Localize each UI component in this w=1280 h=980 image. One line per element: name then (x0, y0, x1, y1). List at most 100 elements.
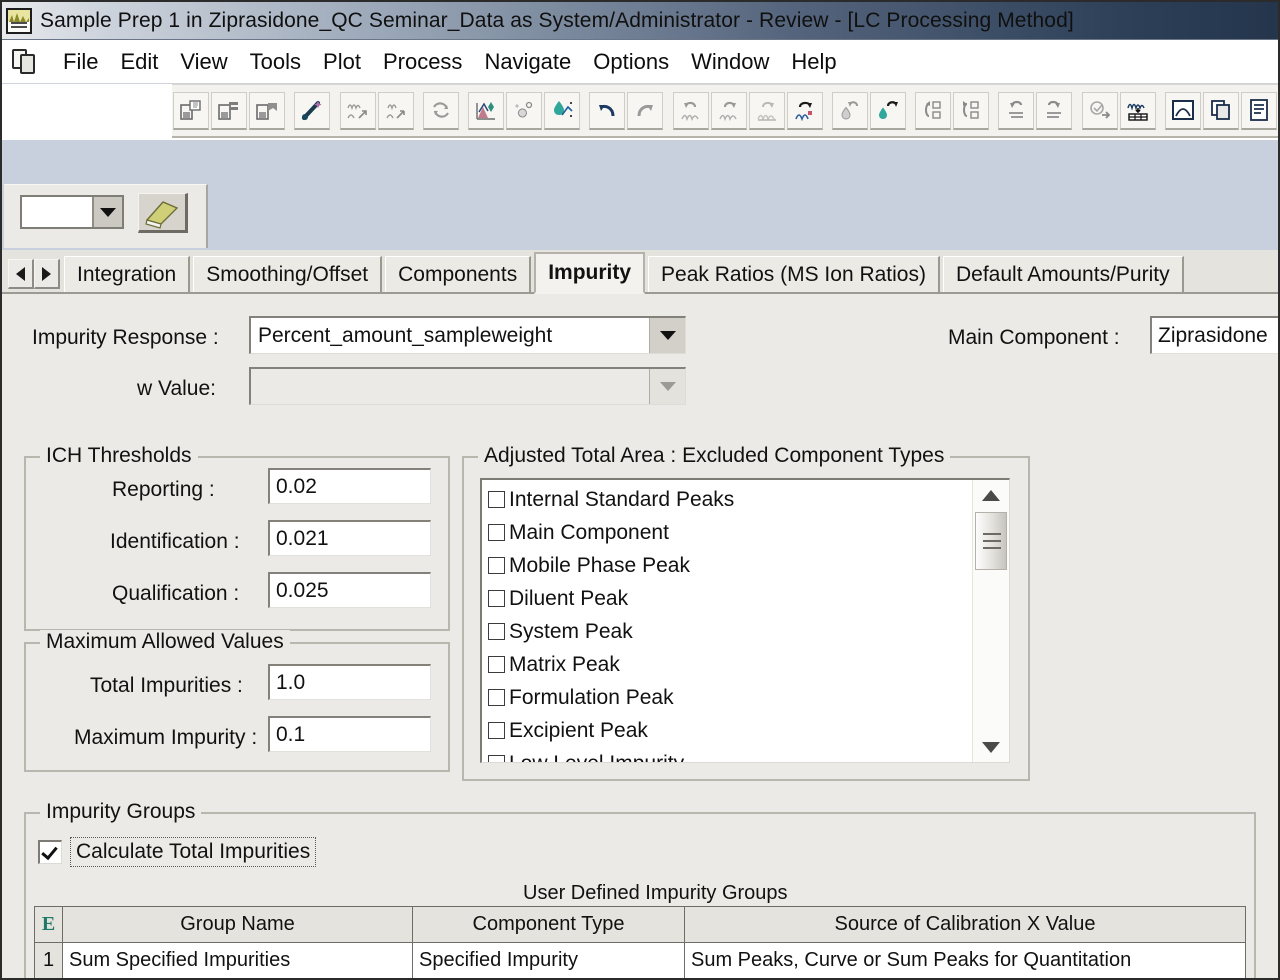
row-number[interactable]: 1 (34, 942, 63, 978)
menu-help[interactable]: Help (780, 49, 847, 75)
redo-integration-icon[interactable] (710, 91, 747, 130)
save-all-icon[interactable] (249, 91, 285, 130)
identification-field[interactable]: 0.021 (268, 520, 431, 556)
cell-component-type[interactable]: Specified Impurity (412, 942, 685, 978)
wand-icon[interactable] (294, 91, 331, 130)
tab-smoothing-offset[interactable]: Smoothing/Offset (193, 256, 383, 292)
redo-icon[interactable] (627, 91, 664, 130)
tab-scroll-left-button[interactable] (8, 259, 34, 289)
quantitate-drop-icon[interactable] (544, 91, 581, 130)
undo-component-icon[interactable] (915, 91, 952, 130)
save-method-icon[interactable] (173, 91, 209, 130)
qualification-field[interactable]: 0.025 (268, 572, 431, 608)
w-value-combo[interactable] (249, 367, 686, 405)
list-item[interactable]: Internal Standard Peaks (482, 483, 971, 516)
column-group-name[interactable]: Group Name (62, 906, 413, 943)
scroll-up-arrow-icon[interactable] (973, 480, 1010, 510)
impurity-response-combo[interactable]: Percent_amount_sampleweight (249, 316, 686, 354)
calculate-total-impurities-row[interactable]: Calculate Total Impurities (38, 837, 317, 867)
tab-impurity[interactable]: Impurity (534, 252, 646, 294)
cell-group-name[interactable]: Sum Specified Impurities (62, 942, 413, 978)
refresh-icon[interactable] (422, 91, 459, 130)
report-icon[interactable] (1240, 91, 1277, 130)
undo-icon[interactable] (589, 91, 626, 130)
checkbox-icon[interactable] (488, 590, 505, 607)
main-component-field[interactable]: Ziprasidone (1150, 316, 1278, 354)
undo-integration-icon[interactable] (672, 91, 709, 130)
apply-integration-icon[interactable] (786, 91, 823, 130)
redo-calibration-icon[interactable] (869, 91, 906, 130)
checkbox-icon[interactable] (488, 656, 505, 673)
excluded-component-types-list[interactable]: Internal Standard Peaks Main Component M… (480, 478, 1010, 763)
menu-window[interactable]: Window (680, 49, 780, 75)
calibrate-icon[interactable] (468, 91, 505, 130)
redo-component-icon[interactable] (953, 91, 990, 130)
secondary-combo[interactable] (20, 195, 124, 229)
checkbox-icon[interactable] (488, 491, 505, 508)
secondary-toolbar-strip (2, 140, 1278, 250)
ich-thresholds-title: ICH Thresholds (40, 444, 198, 468)
clear-integration-icon[interactable] (748, 91, 785, 130)
scrollbar-track[interactable] (973, 510, 1010, 732)
integrate-icon[interactable] (339, 91, 376, 130)
undo-calibration-icon[interactable] (831, 91, 868, 130)
secondary-combo-value (22, 197, 92, 227)
calculate-total-impurities-checkbox[interactable] (38, 840, 62, 864)
menu-tools[interactable]: Tools (239, 49, 312, 75)
total-impurities-label: Total Impurities : (90, 674, 243, 697)
peak-view-icon[interactable] (1164, 91, 1201, 130)
list-item[interactable]: Main Component (482, 516, 971, 549)
total-impurities-field[interactable]: 1.0 (268, 664, 431, 700)
scrollbar-thumb[interactable] (974, 512, 1007, 570)
list-item[interactable]: Mobile Phase Peak (482, 549, 971, 582)
secondary-combo-arrow[interactable] (92, 197, 122, 227)
checkbox-icon[interactable] (488, 557, 505, 574)
list-item[interactable]: Low Level Impurity (482, 747, 971, 762)
list-item[interactable]: Formulation Peak (482, 681, 971, 714)
chevron-left-icon (16, 266, 25, 281)
list-item[interactable]: Excipient Peak (482, 714, 971, 747)
reporting-field[interactable]: 0.02 (268, 468, 431, 504)
menu-process[interactable]: Process (372, 49, 473, 75)
tab-default-amounts-purity[interactable]: Default Amounts/Purity (942, 256, 1184, 292)
w-value-arrow[interactable] (649, 369, 685, 404)
review-table-icon[interactable] (1119, 91, 1156, 130)
checkbox-icon[interactable] (488, 689, 505, 706)
checkbox-icon[interactable] (488, 524, 505, 541)
column-component-type[interactable]: Component Type (412, 906, 685, 943)
tab-peak-ratios[interactable]: Peak Ratios (MS Ion Ratios) (648, 256, 940, 292)
menu-file[interactable]: File (52, 49, 109, 75)
menu-plot[interactable]: Plot (312, 49, 372, 75)
save-as-icon[interactable] (211, 91, 247, 130)
scroll-down-arrow-icon[interactable] (973, 732, 1010, 762)
excluded-list-scrollbar[interactable] (972, 480, 1009, 762)
impurity-response-arrow[interactable] (649, 318, 685, 353)
table-row[interactable]: 1 Sum Specified Impurities Specified Imp… (34, 942, 1246, 978)
tab-scroll-right-button[interactable] (34, 259, 60, 289)
eraser-icon[interactable] (138, 193, 188, 233)
checkbox-icon[interactable] (488, 722, 505, 739)
user-defined-impurity-groups-table: E Group Name Component Type Source of Ca… (34, 906, 1246, 978)
redo-results-icon[interactable] (1036, 91, 1073, 130)
list-item[interactable]: Matrix Peak (482, 648, 971, 681)
list-item[interactable]: System Peak (482, 615, 971, 648)
menu-navigate[interactable]: Navigate (473, 49, 582, 75)
integrate-single-icon[interactable] (377, 91, 414, 130)
tab-scroll-buttons (8, 259, 60, 289)
checkbox-icon[interactable] (488, 755, 505, 762)
process-batch-icon[interactable] (1081, 91, 1118, 130)
table-corner-cell[interactable]: E (34, 906, 63, 943)
cell-source[interactable]: Sum Peaks, Curve or Sum Peaks for Quanti… (684, 942, 1246, 978)
tab-components[interactable]: Components (385, 256, 532, 292)
checkbox-icon[interactable] (488, 623, 505, 640)
maximum-impurity-field[interactable]: 0.1 (268, 716, 431, 752)
menu-edit[interactable]: Edit (109, 49, 169, 75)
list-item[interactable]: Diluent Peak (482, 582, 971, 615)
column-source-of-calibration-x-value[interactable]: Source of Calibration X Value (684, 906, 1246, 943)
menu-view[interactable]: View (169, 49, 238, 75)
copy-icon[interactable] (1202, 91, 1239, 130)
tab-integration[interactable]: Integration (64, 256, 191, 292)
quantitate-icon[interactable] (506, 91, 543, 130)
menu-options[interactable]: Options (582, 49, 680, 75)
undo-results-icon[interactable] (998, 91, 1035, 130)
